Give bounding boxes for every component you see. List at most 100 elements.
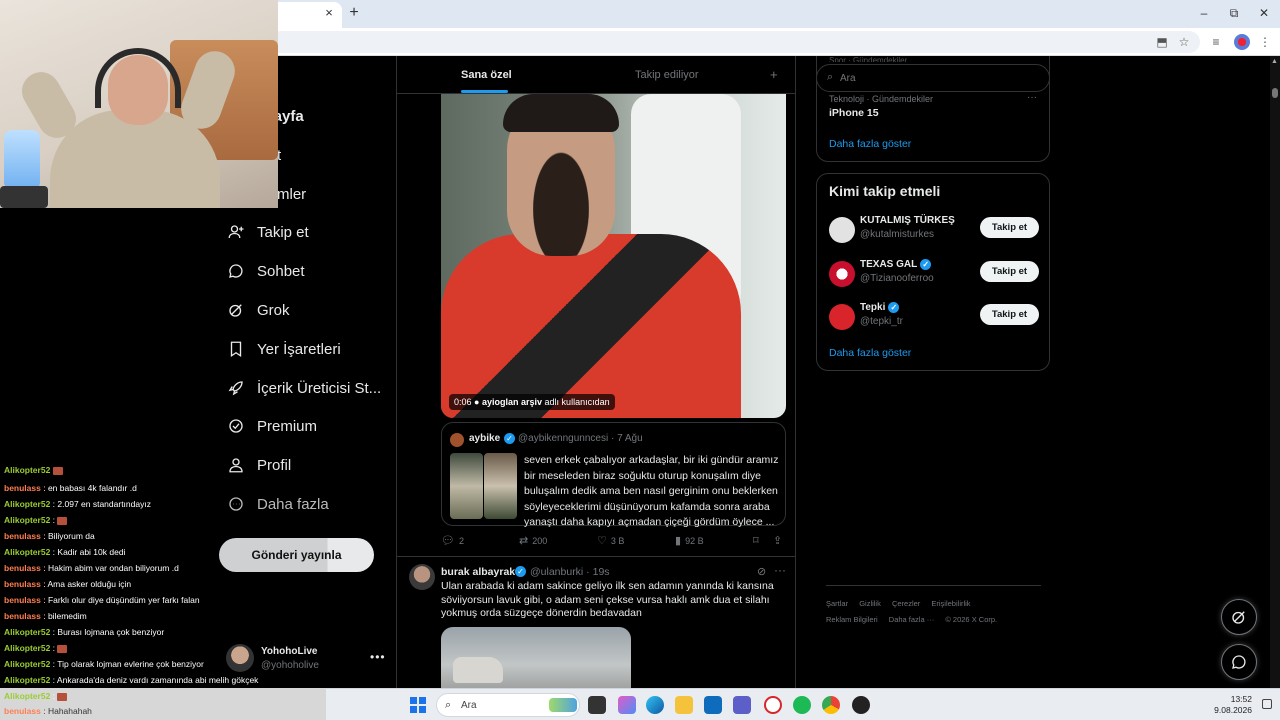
post-text: Ulan arabada ki adam sakince geliyo ilk … [441, 580, 774, 619]
minimize-icon[interactable]: – [1194, 5, 1214, 21]
video-time: 0:06 [454, 397, 472, 407]
reply-button[interactable]: 💬︎ 2 [441, 534, 464, 547]
obs-icon[interactable] [852, 696, 870, 714]
chat-message: benulass : Hahahahah [4, 706, 92, 716]
image-car [453, 657, 503, 683]
grok-floating-button[interactable] [1221, 599, 1257, 635]
edge-icon[interactable] [646, 696, 664, 714]
chat-message: Alikopter52 : [4, 640, 68, 656]
footer-link[interactable]: Erişilebilirlik [931, 599, 970, 608]
show-more-link[interactable]: Daha fazla göster [829, 138, 911, 150]
close-tab-icon[interactable]: × [322, 6, 336, 20]
views-button[interactable]: ▮ 92 B [675, 534, 704, 547]
nav-premium[interactable]: Premium [226, 412, 317, 440]
divider [397, 556, 795, 557]
new-tab-icon[interactable]: + [346, 5, 362, 21]
video-source-name[interactable]: ayioglan arşiv [482, 397, 542, 407]
search-input[interactable]: ⌕ Ara [816, 64, 1050, 92]
follow-button[interactable]: Takip et [980, 261, 1039, 282]
show-more-link[interactable]: Daha fazla göster [829, 347, 911, 359]
bookmark-button[interactable]: ⌑ [753, 534, 759, 547]
suggestion-handle: @kutalmisturkes [860, 229, 935, 240]
bookmark-icon [226, 339, 246, 359]
profile-avatar[interactable] [1234, 34, 1250, 50]
file-explorer-icon[interactable] [675, 696, 693, 714]
outlook-icon[interactable] [704, 696, 722, 714]
chat-message: Alikopter52 : Kadir abi 10k dedi [4, 547, 126, 557]
tray-clock[interactable]: 13:52 9.08.2026 [1208, 694, 1252, 716]
taskbar-search[interactable]: ⌕ Ara [436, 693, 580, 717]
scrollbar-thumb[interactable] [1272, 88, 1278, 98]
nav-bookmarks[interactable]: Yer İşaretleri [226, 335, 341, 363]
account-switcher[interactable]: YohohoLive @yohoholive ••• [226, 644, 386, 674]
nav-follow[interactable]: Takip et [226, 218, 309, 246]
follow-suggestion[interactable]: KUTALMIŞ TÜRKEŞ @kutalmisturkes Takip et [817, 215, 1051, 255]
account-name: YohohoLive [261, 646, 318, 657]
chrome-icon[interactable] [822, 696, 840, 714]
post-author-name[interactable]: burak albayrak [441, 566, 515, 578]
avatar [829, 217, 855, 243]
nav-chat[interactable]: Sohbet [226, 257, 305, 285]
nav-premium-label: Premium [257, 417, 318, 435]
page-scrollbar[interactable] [1270, 56, 1280, 688]
teams-icon[interactable] [733, 696, 751, 714]
like-button[interactable]: ♡ 3 B [597, 534, 624, 547]
task-view-icon[interactable] [588, 696, 606, 714]
copilot-icon[interactable] [618, 696, 636, 714]
grok-icon[interactable]: ⊘ [757, 565, 766, 578]
chat-icon [1232, 655, 1246, 669]
footer-link[interactable]: Şartlar [826, 599, 848, 608]
follow-suggestion[interactable]: TEXAS GAL ✓ @Tizianooferroo Takip et [817, 259, 1051, 299]
post-video[interactable]: 0:06 ● ayioglan arşiv adlı kullanıcıdan [441, 94, 786, 418]
repost-button[interactable]: ⇄ 200 [519, 534, 547, 547]
nav-grok[interactable]: Grok [226, 296, 290, 324]
suggestion-handle: @Tizianooferroo [860, 273, 934, 284]
follow-suggestion[interactable]: Tepki ✓ @tepki_tr Takip et [817, 302, 1051, 342]
notification-icon[interactable] [1262, 699, 1272, 709]
more-dots-icon[interactable]: ··· [1027, 92, 1037, 103]
address-bar[interactable] [270, 31, 1200, 53]
more-dots-icon[interactable]: ••• [370, 650, 386, 664]
close-window-icon[interactable]: ✕ [1254, 5, 1274, 21]
footer-link[interactable]: Daha fazla ··· [889, 615, 934, 624]
bookmark-icon: ⌑ [753, 535, 759, 547]
trend-title[interactable]: iPhone 15 [829, 107, 879, 119]
footer-link[interactable]: Çerezler [892, 599, 920, 608]
verified-badge-icon: ✓ [504, 433, 515, 444]
spotify-icon[interactable] [793, 696, 811, 714]
chat-message: Alikopter52 [4, 466, 63, 478]
install-app-icon[interactable]: ⬒ [1154, 34, 1170, 50]
verified-badge-icon: ✓ [515, 566, 526, 577]
quoted-post[interactable]: aybike ✓ @aybikenngunncesi · 7 Ağu seven… [441, 422, 786, 528]
chat-message: benulass : bilemedim [4, 611, 87, 621]
follow-button[interactable]: Takip et [980, 304, 1039, 325]
emote-icon [52, 466, 63, 475]
messages-floating-button[interactable] [1221, 644, 1257, 680]
browser-menu-icon[interactable]: ⋮ [1257, 34, 1273, 50]
windows-start-icon[interactable] [410, 697, 426, 713]
add-tab-icon[interactable]: + [770, 67, 778, 82]
headphones-icon [95, 48, 181, 108]
quoted-image[interactable] [450, 453, 483, 519]
restore-icon[interactable]: ⧉ [1224, 5, 1244, 21]
more-dots-icon[interactable]: ··· [774, 563, 786, 577]
bookmark-star-icon[interactable]: ☆ [1176, 34, 1192, 50]
scroll-up-icon[interactable]: ▲ [1271, 58, 1278, 65]
tab-following[interactable]: Takip ediliyor [635, 69, 699, 81]
timeline: Sana özel Takip ediliyor + 0:06 ● ayiogl… [396, 56, 796, 720]
post-actions: 💬︎ 2 ⇄ 200 ♡ 3 B ▮ 92 B ⌑ ⇪ [441, 534, 786, 550]
tab-for-you[interactable]: Sana özel [461, 69, 512, 81]
footer-link[interactable]: Gizlilik [859, 599, 881, 608]
opera-icon[interactable] [764, 696, 782, 714]
repost-icon: ⇄ [519, 535, 529, 547]
follow-button[interactable]: Takip et [980, 217, 1039, 238]
footer-links: Şartlar Gizlilik Çerezler Erişilebilirli… [826, 585, 1041, 628]
quoted-image[interactable] [484, 453, 517, 519]
avatar[interactable] [409, 564, 435, 590]
nav-creator-studio[interactable]: İçerik Üreticisi St... [226, 374, 381, 402]
footer-link[interactable]: Reklam Bilgileri [826, 615, 878, 624]
chat-message: benulass : en babası 4k falandır .d [4, 483, 137, 493]
video-person-jacket [441, 234, 741, 418]
share-button[interactable]: ⇪ [773, 534, 782, 547]
media-controls-icon[interactable]: ≡ [1208, 34, 1224, 50]
